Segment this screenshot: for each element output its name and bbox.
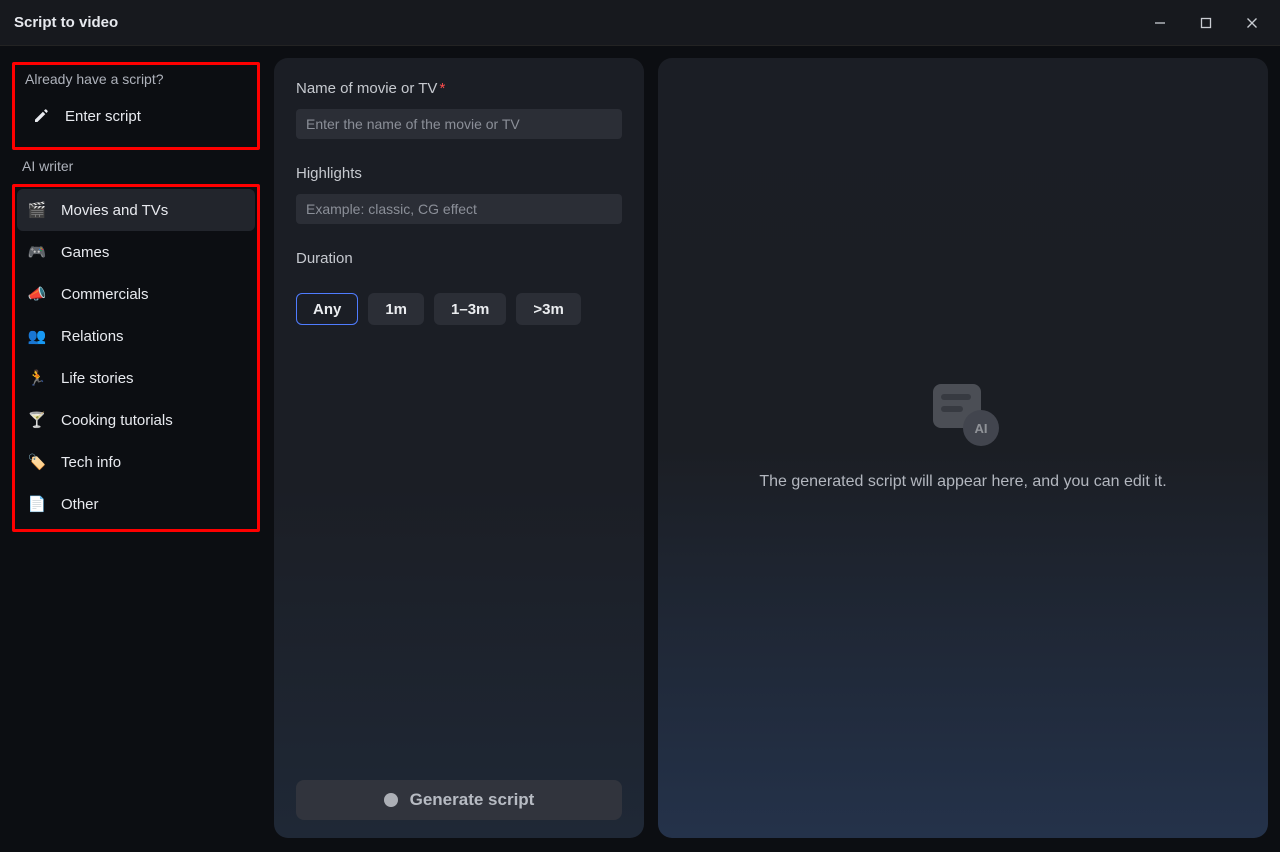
- duration-label: Duration: [296, 250, 622, 267]
- gamepad-icon: 🎮: [27, 242, 47, 262]
- cocktail-icon: 🍸: [27, 410, 47, 430]
- pencil-icon: [31, 106, 51, 126]
- sidebar-item-relations[interactable]: 👥 Relations: [17, 315, 255, 357]
- doc-icon: 📄: [27, 494, 47, 514]
- duration-option-1-3m[interactable]: 1–3m: [434, 293, 506, 325]
- minimize-button[interactable]: [1138, 5, 1182, 41]
- sidebar-item-label: Movies and TVs: [61, 202, 245, 219]
- sidebar-item-commercials[interactable]: 📣 Commercials: [17, 273, 255, 315]
- generate-script-button[interactable]: Generate script: [296, 780, 622, 820]
- sidebar-item-label: Other: [61, 496, 245, 513]
- window-title: Script to video: [14, 14, 118, 31]
- sidebar-item-label: Games: [61, 244, 245, 261]
- sidebar-item-life-stories[interactable]: 🏃 Life stories: [17, 357, 255, 399]
- highlights-label: Highlights: [296, 165, 622, 182]
- empty-state-text: The generated script will appear here, a…: [759, 470, 1166, 493]
- sidebar-item-label: Cooking tutorials: [61, 412, 245, 429]
- have-script-label: Already have a script?: [21, 71, 249, 95]
- app-window: Script to video Already have a script?: [0, 0, 1280, 852]
- ai-badge: AI: [963, 410, 999, 446]
- enter-script-button[interactable]: Enter script: [21, 95, 249, 137]
- close-button[interactable]: [1230, 5, 1274, 41]
- sidebar: Already have a script? Enter script AI w…: [12, 58, 260, 838]
- name-label: Name of movie or TV*: [296, 80, 622, 97]
- ai-writer-label: AI writer: [12, 158, 260, 182]
- sidebar-item-games[interactable]: 🎮 Games: [17, 231, 255, 273]
- required-asterisk: *: [439, 80, 445, 97]
- people-icon: 👥: [27, 326, 47, 346]
- ai-script-icon: AI: [923, 382, 1003, 446]
- duration-row: Any 1m 1–3m >3m: [296, 293, 622, 325]
- empty-state: AI The generated script will appear here…: [759, 382, 1166, 493]
- titlebar: Script to video: [0, 0, 1280, 46]
- sidebar-item-label: Life stories: [61, 370, 245, 387]
- sidebar-item-label: Tech info: [61, 454, 245, 471]
- generate-dot-icon: [384, 793, 398, 807]
- sidebar-item-cooking-tutorials[interactable]: 🍸 Cooking tutorials: [17, 399, 255, 441]
- clapper-icon: 🎬: [27, 200, 47, 220]
- highlights-input[interactable]: [296, 194, 622, 224]
- sidebar-item-tech-info[interactable]: 🏷️ Tech info: [17, 441, 255, 483]
- preview-panel: AI The generated script will appear here…: [658, 58, 1268, 838]
- enter-script-label: Enter script: [65, 108, 239, 125]
- sidebar-item-movies-and-tvs[interactable]: 🎬 Movies and TVs: [17, 189, 255, 231]
- duration-option-1m[interactable]: 1m: [368, 293, 424, 325]
- main-body: Already have a script? Enter script AI w…: [0, 46, 1280, 852]
- sidebar-item-label: Relations: [61, 328, 245, 345]
- maximize-button[interactable]: [1184, 5, 1228, 41]
- window-controls: [1138, 5, 1274, 41]
- name-input[interactable]: [296, 109, 622, 139]
- duration-option-gt3m[interactable]: >3m: [516, 293, 580, 325]
- highlight-categories: 🎬 Movies and TVs 🎮 Games 📣 Commercials 👥…: [12, 184, 260, 532]
- megaphone-icon: 📣: [27, 284, 47, 304]
- highlight-enter-script: Already have a script? Enter script: [12, 62, 260, 150]
- generate-label: Generate script: [410, 790, 535, 810]
- runner-icon: 🏃: [27, 368, 47, 388]
- tag-icon: 🏷️: [27, 452, 47, 472]
- form-panel: Name of movie or TV* Highlights Duration…: [274, 58, 644, 838]
- sidebar-item-other[interactable]: 📄 Other: [17, 483, 255, 525]
- duration-option-any[interactable]: Any: [296, 293, 358, 325]
- sidebar-item-label: Commercials: [61, 286, 245, 303]
